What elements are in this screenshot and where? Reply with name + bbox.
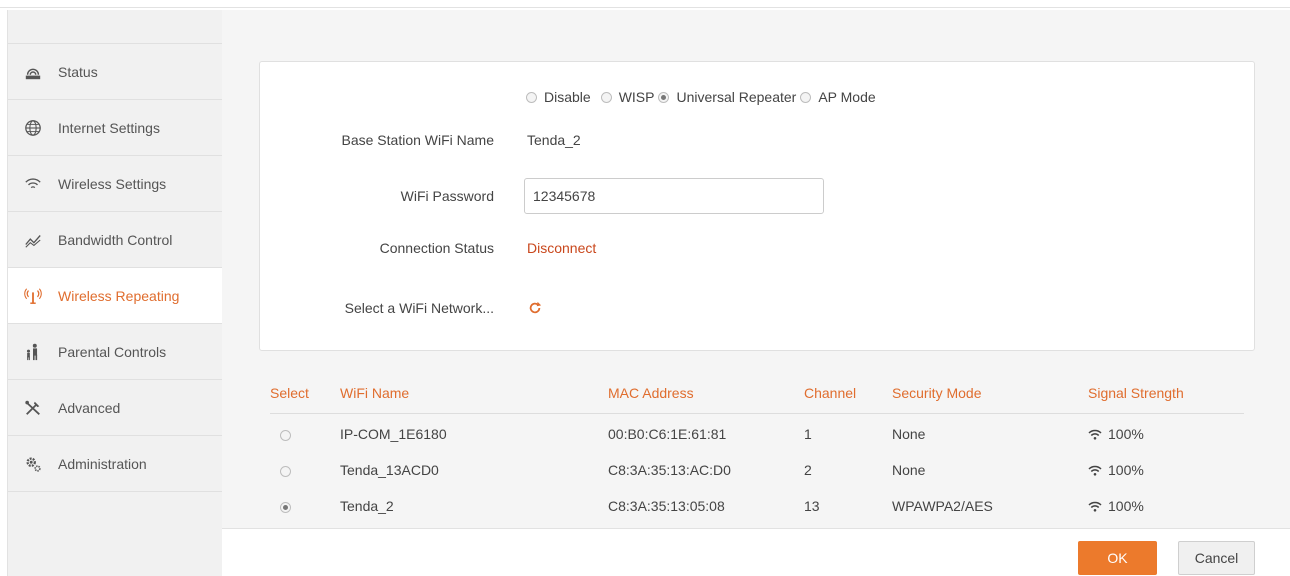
row-security-mode: None: [892, 426, 926, 442]
gears-icon: [22, 454, 44, 474]
cancel-button[interactable]: Cancel: [1178, 541, 1255, 575]
radio-ap-mode[interactable]: [800, 91, 812, 103]
tools-icon: [22, 398, 44, 418]
header-select: Select: [270, 384, 309, 401]
connection-status-row: Connection Status Disconnect: [260, 230, 1256, 266]
row-signal-strength: 100%: [1088, 462, 1244, 478]
base-station-label: Base Station WiFi Name: [341, 132, 495, 148]
row-security-mode: WPAWPA2/AES: [892, 498, 993, 514]
row-select-radio[interactable]: [280, 465, 291, 477]
sidebar-item-status[interactable]: Status: [8, 44, 222, 100]
sidebar-item-label: Wireless Settings: [58, 175, 167, 192]
bandwidth-icon: [22, 230, 44, 250]
header-signal-strength: Signal Strength: [1088, 384, 1184, 401]
mode-option-label: Disable: [544, 89, 591, 105]
antenna-icon: [22, 286, 44, 306]
table-row[interactable]: IP-COM_1E6180 00:B0:C6:1E:61:81 1 None 1…: [270, 416, 1244, 452]
row-signal-value: 100%: [1108, 426, 1144, 442]
sidebar-item-parental-controls[interactable]: Parental Controls: [8, 324, 222, 380]
password-row: WiFi Password: [260, 178, 1256, 214]
header-mac-address: MAC Address: [608, 384, 694, 401]
sidebar-item-bandwidth-control[interactable]: Bandwidth Control: [8, 212, 222, 268]
sidebar-header: [8, 10, 222, 44]
ok-button[interactable]: OK: [1078, 541, 1157, 575]
header-wifi-name: WiFi Name: [340, 384, 410, 401]
table-row[interactable]: Tenda_2 C8:3A:35:13:05:08 13 WPAWPA2/AES…: [270, 488, 1244, 524]
mode-option-label: Universal Repeater: [676, 89, 797, 105]
wifi-icon: [22, 174, 44, 194]
sidebar-item-label: Advanced: [58, 399, 121, 416]
connection-status-value: Disconnect: [527, 240, 597, 256]
row-mac-address: C8:3A:35:13:05:08: [608, 498, 725, 514]
connection-status-label: Connection Status: [379, 240, 494, 256]
row-signal-strength: 100%: [1088, 426, 1244, 442]
radio-wisp[interactable]: [600, 91, 612, 103]
sidebar-item-wireless-repeating[interactable]: Wireless Repeating: [8, 268, 223, 324]
row-select-radio[interactable]: [280, 429, 291, 441]
globe-icon: [22, 118, 44, 138]
sidebar-item-label: Internet Settings: [58, 119, 160, 136]
sidebar-item-label: Bandwidth Control: [58, 231, 173, 248]
wifi-password-input[interactable]: [524, 178, 824, 214]
base-station-value: Tenda_2: [527, 132, 581, 148]
parent-child-icon: [22, 342, 44, 362]
base-station-row: Base Station WiFi Name Tenda_2: [260, 122, 1256, 158]
refresh-icon[interactable]: [527, 300, 543, 316]
table-header: Select WiFi Name MAC Address Channel Sec…: [270, 372, 1244, 414]
row-wifi-name: Tenda_13ACD0: [340, 462, 439, 478]
radio-disable[interactable]: [526, 91, 537, 103]
sidebar-item-administration[interactable]: Administration: [8, 436, 222, 492]
table-row[interactable]: Tenda_13ACD0 C8:3A:35:13:AC:D0 2 None 10…: [270, 452, 1244, 488]
sidebar-item-advanced[interactable]: Advanced: [8, 380, 222, 436]
sidebar: Status Internet Settings Wireless Settin…: [7, 10, 223, 576]
mode-option-ap-mode[interactable]: AP Mode: [800, 89, 876, 105]
main-content: Disable WISP Universal Repeater AP Mode …: [222, 10, 1290, 576]
signal-wifi-icon: [1088, 501, 1102, 512]
row-signal-value: 100%: [1108, 462, 1144, 478]
repeating-settings-card: Disable WISP Universal Repeater AP Mode …: [259, 61, 1255, 351]
radio-universal-repeater[interactable]: [658, 91, 670, 103]
mode-option-wisp[interactable]: WISP: [600, 89, 655, 105]
mode-option-label: WISP: [618, 89, 655, 105]
sidebar-item-label: Wireless Repeating: [58, 287, 180, 304]
row-select-radio[interactable]: [280, 501, 291, 513]
select-network-row: Select a WiFi Network...: [260, 290, 1256, 326]
row-channel: 1: [804, 426, 812, 442]
sidebar-item-label: Administration: [58, 455, 147, 472]
wifi-network-table: Select WiFi Name MAC Address Channel Sec…: [270, 372, 1244, 524]
row-channel: 13: [804, 498, 820, 514]
mode-option-label: AP Mode: [818, 89, 876, 105]
signal-wifi-icon: [1088, 465, 1102, 476]
header-security-mode: Security Mode: [892, 384, 982, 401]
top-border: [0, 0, 1290, 8]
sidebar-item-internet-settings[interactable]: Internet Settings: [8, 100, 222, 156]
row-wifi-name: Tenda_2: [340, 498, 394, 514]
row-mac-address: C8:3A:35:13:AC:D0: [608, 462, 731, 478]
row-channel: 2: [804, 462, 812, 478]
mode-option-universal-repeater[interactable]: Universal Repeater: [658, 89, 797, 105]
password-label: WiFi Password: [400, 188, 494, 204]
header-channel: Channel: [804, 384, 857, 401]
row-signal-strength: 100%: [1088, 498, 1244, 514]
select-network-label: Select a WiFi Network...: [344, 300, 494, 316]
sidebar-item-label: Status: [58, 63, 98, 80]
row-wifi-name: IP-COM_1E6180: [340, 426, 447, 442]
signal-wifi-icon: [1088, 429, 1102, 440]
row-mac-address: 00:B0:C6:1E:61:81: [608, 426, 727, 442]
sidebar-item-wireless-settings[interactable]: Wireless Settings: [8, 156, 222, 212]
row-security-mode: None: [892, 462, 926, 478]
sidebar-item-label: Parental Controls: [58, 343, 167, 360]
row-signal-value: 100%: [1108, 498, 1144, 514]
mode-option-disable[interactable]: Disable: [526, 89, 591, 105]
mode-selector: Disable WISP Universal Repeater AP Mode: [526, 89, 886, 105]
router-icon: [22, 62, 44, 82]
footer-bar: OK Cancel: [222, 528, 1290, 576]
